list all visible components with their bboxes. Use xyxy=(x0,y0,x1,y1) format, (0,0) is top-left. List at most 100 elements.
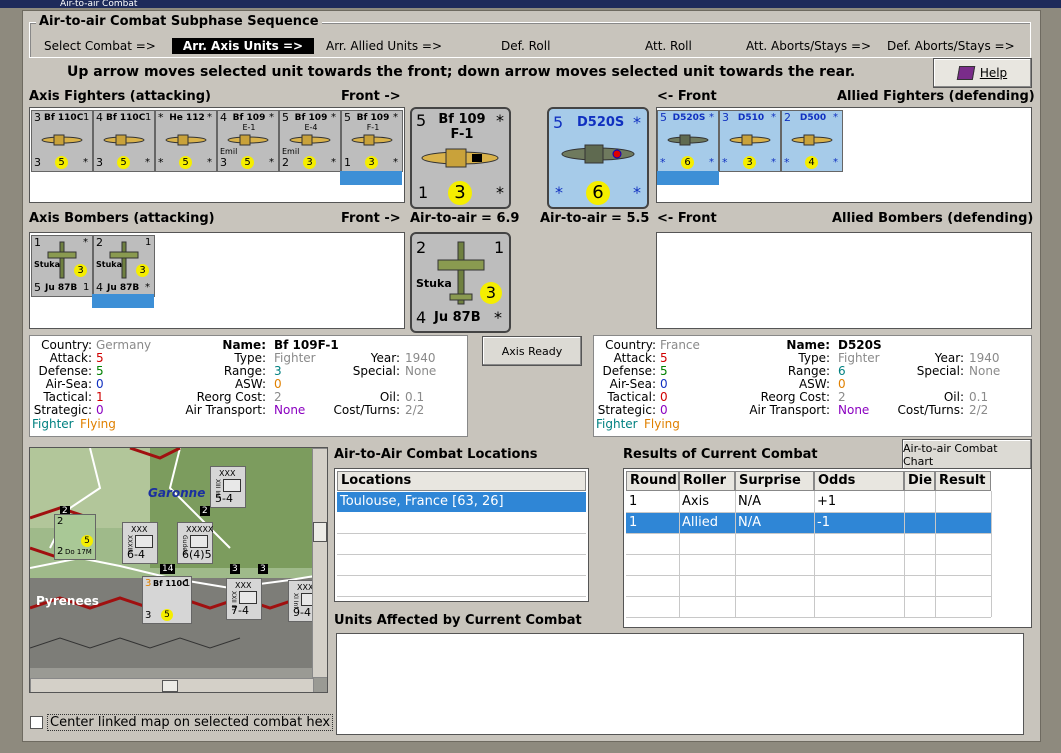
plane-icon xyxy=(103,134,145,146)
counter-bottom-left: 3 xyxy=(96,156,103,169)
results-colline xyxy=(735,491,736,617)
results-cell: Axis xyxy=(682,494,709,509)
air-top-left: 3 xyxy=(145,578,152,589)
axis-fighter-counter-2[interactable]: 3 D510 * * 3 * xyxy=(719,110,781,172)
counter-dot: 6 xyxy=(681,156,694,169)
map-hscroll-thumb[interactable] xyxy=(162,680,178,692)
linked-map[interactable]: Garonne Pyrenees XXX XIII Inf 5-4 XXX XXXIII… xyxy=(29,447,328,693)
counter-sub: E-4 xyxy=(304,123,318,132)
air-name: Bf 110C xyxy=(153,579,188,588)
map-vertical-scrollbar[interactable] xyxy=(312,448,327,678)
plane-icon xyxy=(165,134,207,146)
results-cell: 1 xyxy=(629,494,638,509)
results-cell[interactable]: 1 xyxy=(626,513,679,533)
allied-fighters-label: Allied Fighters (defending) xyxy=(837,89,1035,104)
map-unit-3[interactable]: XXXXX Guderian 6(4)5 xyxy=(177,522,213,564)
map-unit-2[interactable]: XXX XXXIII Inf 6-4 xyxy=(122,522,158,564)
strategic-label: Strategic: xyxy=(597,403,656,417)
counter-name: Bf 109 xyxy=(356,113,390,123)
locations-title: Air-to-Air Combat Locations xyxy=(334,447,538,462)
axis-fighter-counter-3[interactable]: * He 112 * * 5 * xyxy=(155,110,217,172)
allied-bombers-panel xyxy=(656,232,1032,329)
axis-front-bomber[interactable]: 2 1 Stuka 3 4 Ju 87B * xyxy=(410,232,511,333)
results-cell[interactable]: -1 xyxy=(814,513,904,533)
map-bomber-unit[interactable]: 2 2 Do 17M 5 xyxy=(54,514,96,560)
center-map-checkbox[interactable] xyxy=(30,716,43,729)
axis-ready-button[interactable]: Axis Ready xyxy=(482,336,582,366)
axis-fighter-counter-2[interactable]: 4 Bf 110C 1 3 5 * xyxy=(93,110,155,172)
results-cell: +1 xyxy=(817,494,837,509)
map-unit-4[interactable]: XXX XXII Inf 7-4 xyxy=(226,578,262,620)
results-gridline xyxy=(626,512,991,513)
map-unit-1[interactable]: XXX XIII Inf 5-4 xyxy=(210,466,246,508)
counter-name: D510 xyxy=(737,113,765,123)
map-vscroll-thumb[interactable] xyxy=(313,522,327,542)
counter-name: Bf 110C xyxy=(44,113,84,123)
location-row-1[interactable]: Toulouse, France [63, 26] xyxy=(337,492,586,512)
seq-step-att-aborts: Att. Aborts/Stays => xyxy=(746,39,872,53)
counter-bottom-left: 4 xyxy=(96,281,103,294)
counter-top-right: * xyxy=(207,112,212,123)
results-colline xyxy=(935,491,936,617)
unit-value: 9-4 xyxy=(293,606,311,619)
counter-bottom-right: * xyxy=(331,157,336,168)
transport-value: None xyxy=(838,403,870,417)
allied-fighter-counter-1[interactable]: 5 D520S * * 6 * xyxy=(657,110,719,172)
counter-dot: 3 xyxy=(743,156,756,169)
results-title: Results of Current Combat xyxy=(623,447,818,462)
map-label-garonne: Garonne xyxy=(148,486,206,500)
axis-fighter-counter-5[interactable]: 5 Bf 109 E-4 * Emil 2 3 * xyxy=(279,110,341,172)
counter-name: D520S xyxy=(672,113,706,123)
counter-dot: 5 xyxy=(179,156,192,169)
allied-front-fighter[interactable]: 5 D520S * * 6 * xyxy=(547,107,649,209)
allied-bombers-label: Allied Bombers (defending) xyxy=(832,211,1034,226)
plane-icon xyxy=(227,134,269,146)
results-col-odds: Odds xyxy=(814,471,904,491)
axis-fighter-counter-1[interactable]: 3 Bf 110C 1 3 5 * xyxy=(31,110,93,172)
sequence-title: Air-to-air Combat Subphase Sequence xyxy=(36,14,322,29)
counter-sub: E-1 xyxy=(242,123,256,132)
counter-dot: 3 xyxy=(303,156,316,169)
seq-step-arr-allied: Arr. Allied Units => xyxy=(326,39,443,53)
unit-size: XXX xyxy=(297,583,314,592)
counter-top-left: 4 xyxy=(96,111,103,124)
axis-fighter-counter-6[interactable]: 5 Bf 109 F-1 * 1 3 * xyxy=(341,110,403,172)
plane-icon xyxy=(351,134,393,146)
counter-bottom-right: * xyxy=(145,157,150,168)
bomber-bottom-left: 2 xyxy=(57,546,64,557)
axis-fighter-counter-4[interactable]: 4 Bf 109 E-1 * Emil 3 5 * xyxy=(217,110,279,172)
seq-step-arr-axis: Arr. Axis Units => xyxy=(172,38,314,54)
axis-bomber-counter-1[interactable]: 1 * Stuka 3 5 Ju 87B 1 xyxy=(31,235,93,297)
counter-name: Bf 109 xyxy=(232,113,266,123)
plane-icon xyxy=(41,134,83,146)
map-air-unit[interactable]: 3 Bf 110C 1 3 5 xyxy=(142,576,192,624)
plane-icon xyxy=(729,134,771,146)
strategic-value: 0 xyxy=(96,403,104,417)
seq-step-select-combat: Select Combat => xyxy=(44,39,156,53)
results-cell[interactable]: Allied xyxy=(679,513,735,533)
counter-bottom-right: * xyxy=(771,157,776,168)
results-cell[interactable]: N/A xyxy=(735,513,814,533)
results-col-surprise: Surprise xyxy=(735,471,814,491)
help-button[interactable]: Help xyxy=(933,58,1032,88)
unit-value: 6(4)5 xyxy=(182,548,212,561)
results-colline xyxy=(991,491,992,617)
counter-bottom-left: 1 xyxy=(344,156,351,169)
axis-front-fighter[interactable]: 5 Bf 109 F-1 * 1 3 * xyxy=(410,107,511,209)
locations-header: Locations xyxy=(337,471,586,491)
a2a-combat-chart-button[interactable]: Air-to-air Combat Chart xyxy=(902,439,1032,470)
strategic-label: Strategic: xyxy=(33,403,92,417)
counter-dot: 3 xyxy=(74,264,87,277)
axis-bomber-counter-2[interactable]: 2 1 Stuka 3 4 Ju 87B * xyxy=(93,235,155,297)
counter-name: D500 xyxy=(799,113,827,123)
counter-bottom-right: * xyxy=(269,157,274,168)
infantry-symbol-icon xyxy=(190,535,208,548)
unit-value: 7-4 xyxy=(231,604,249,617)
seq-step-att-roll: Att. Roll xyxy=(645,39,692,53)
axis-fighter-counter-3[interactable]: 2 D500 * * 4 * xyxy=(781,110,843,172)
counter-top-right: 1 xyxy=(83,112,90,123)
results-colline xyxy=(679,491,680,617)
counter-bottom-right: * xyxy=(833,157,838,168)
counter-bottom-right: * xyxy=(709,157,714,168)
help-label: Help xyxy=(979,66,1008,80)
